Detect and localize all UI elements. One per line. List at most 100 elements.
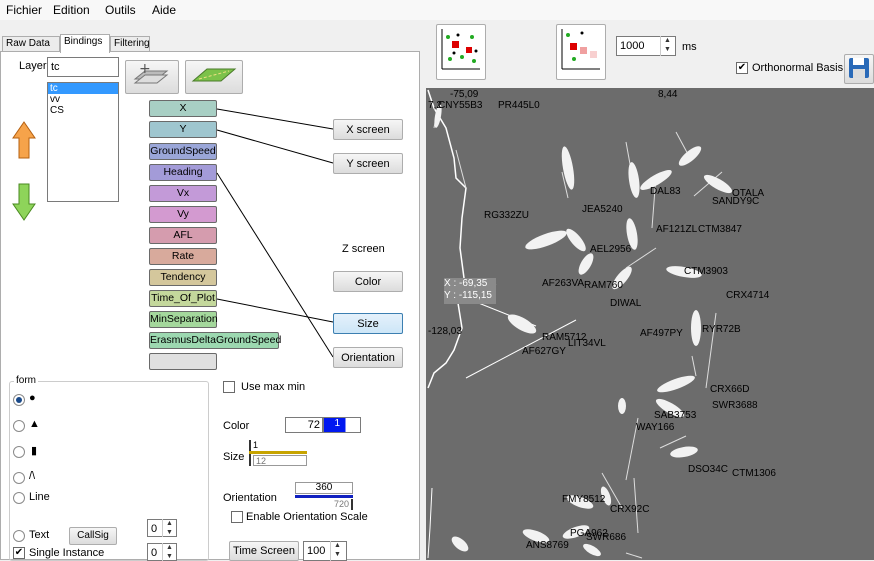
flight-label[interactable]: AF497PY [640, 328, 683, 339]
flight-label[interactable]: SWR3688 [712, 400, 758, 411]
flight-label[interactable]: RG332ZU [484, 210, 529, 221]
interval-spin-arrows[interactable]: ▲ ▼ [660, 36, 674, 56]
flight-label[interactable]: RYR72B [702, 324, 741, 335]
use-max-min-label: Use max min [241, 381, 306, 393]
size-row-label: Size [223, 451, 245, 463]
scatter-plot-icon [441, 29, 480, 70]
orientation-slider-track [295, 495, 353, 498]
orthonormal-label: Orthonormal Basis [752, 62, 844, 74]
flight-label[interactable]: 7,2 [428, 100, 442, 111]
toolbar: 1000 ▲ ▼ ms ✔ Orthonormal Basis [426, 20, 874, 88]
instance-spin-arrows[interactable]: ▲ ▼ [162, 543, 176, 561]
animated-scatter-icon [561, 29, 600, 70]
flight-label[interactable]: CTM3847 [698, 224, 742, 235]
text-spin-arrows[interactable]: ▲ ▼ [162, 519, 176, 537]
callsign-button[interactable]: CallSig [69, 527, 117, 545]
size-target[interactable]: Size [333, 313, 403, 334]
cursor-x-readout: X : -69,35 [444, 278, 488, 289]
tab-strip: Raw Data Bindings Filtering [0, 34, 426, 53]
form-line-radio[interactable] [13, 492, 25, 504]
floppy-disk-icon [849, 58, 869, 78]
menu-fichier[interactable]: Fichier [6, 3, 42, 17]
time-screen-button[interactable]: Time Screen [229, 541, 299, 561]
flight-label[interactable]: CRX4714 [726, 290, 769, 301]
use-max-min-checkbox[interactable] [223, 381, 235, 393]
menu-aide[interactable]: Aide [152, 3, 176, 17]
text-option-label: Text [29, 529, 50, 541]
flight-label[interactable]: JEA5240 [582, 204, 623, 215]
chevron-shape-label: /\ [29, 470, 36, 482]
axis-top-left-value: -75,09 [450, 89, 479, 100]
flight-label[interactable]: LIT34VL [568, 338, 606, 349]
interval-unit: ms [682, 41, 697, 53]
form-group-title: form [14, 375, 38, 386]
radar-map-view[interactable]: -75,09 8,44 -128,03 X : -69,35 Y : -115,… [426, 88, 874, 560]
animate-view-button[interactable] [556, 24, 606, 80]
orientation-min-value: 360 [295, 482, 353, 494]
orientation-target[interactable]: Orientation [333, 347, 403, 368]
cursor-y-readout: Y : -115,15 [444, 290, 492, 301]
axis-left-y-value: -128,03 [428, 326, 462, 337]
flight-label[interactable]: DAL83 [650, 186, 681, 197]
x-screen-target[interactable]: X screen [333, 119, 403, 140]
tab-bindings[interactable]: Bindings [60, 34, 110, 53]
axis-top-right-value: 8,44 [658, 89, 678, 100]
tab-filtering[interactable]: Filtering [110, 36, 150, 52]
flight-label[interactable]: AF121ZL [656, 224, 697, 235]
cursor-readout: X : -69,35 Y : -115,15 [444, 278, 496, 304]
flight-label[interactable]: CNY55B3 [438, 100, 482, 111]
z-screen-label: Z screen [342, 243, 385, 255]
coastline-and-trails [427, 89, 733, 559]
color-value-input[interactable]: 72 [285, 417, 323, 433]
size-range-slider[interactable]: 1 12 [249, 440, 309, 466]
form-bar-radio[interactable] [13, 446, 25, 458]
flight-label[interactable]: AF263VA [542, 278, 584, 289]
save-button[interactable] [844, 54, 874, 84]
flight-label[interactable]: SAB3753 [654, 410, 696, 421]
flight-label[interactable]: CTM3903 [684, 266, 728, 277]
scatter-view-button[interactable] [436, 24, 486, 80]
flight-label[interactable]: WAY166 [636, 422, 674, 433]
enable-orientation-scale-checkbox[interactable] [231, 511, 243, 523]
y-screen-target[interactable]: Y screen [333, 153, 403, 174]
time-screen-spin-arrows[interactable]: ▲ ▼ [330, 541, 344, 561]
flight-label[interactable]: DIWAL [610, 298, 641, 309]
orientation-range-slider[interactable]: 360 720 [295, 482, 355, 510]
color-row-label: Color [223, 420, 250, 432]
bindings-panel: Layer tc tc vv CS + X Y GroundSpeed Head… [0, 51, 420, 561]
circle-shape-label: ● [29, 392, 36, 404]
flight-label[interactable]: CTM1306 [732, 468, 776, 479]
menu-bar: Fichier Edition Outils Aide [0, 0, 874, 20]
color-target[interactable]: Color [333, 271, 403, 292]
orthonormal-checkbox[interactable]: ✔ [736, 62, 748, 74]
form-text-radio[interactable] [13, 530, 25, 542]
triangle-shape-label: ▲ [29, 418, 40, 430]
flight-label[interactable]: ANS8769 [526, 540, 569, 551]
flight-label[interactable]: RAM760 [584, 280, 623, 291]
orientation-max-value: 720 [295, 499, 353, 510]
orientation-row-label: Orientation [223, 492, 277, 504]
single-instance-label: Single Instance [29, 547, 105, 559]
line-shape-label: Line [29, 491, 50, 503]
flight-label[interactable]: CRX66D [710, 384, 749, 395]
flight-label[interactable]: SWR686 [586, 532, 626, 543]
flight-label[interactable]: CRX92C [610, 504, 649, 515]
size-max-value: 12 [253, 455, 307, 466]
flight-label[interactable]: PR445L0 [498, 100, 540, 111]
bar-shape-label: ▮ [31, 445, 38, 457]
size-slider-track [249, 451, 307, 454]
flight-label[interactable]: SANDY9C [712, 196, 759, 207]
flight-label[interactable]: AEL2956 [590, 244, 631, 255]
form-chevron-radio[interactable] [13, 472, 25, 484]
flight-label[interactable]: AF627GY [522, 346, 566, 357]
flight-label[interactable]: FMY8512 [562, 494, 605, 505]
color-gradient-bar[interactable]: 1 [323, 417, 361, 433]
flight-label[interactable]: DSO34C [688, 464, 728, 475]
menu-edition[interactable]: Edition [53, 3, 90, 17]
menu-outils[interactable]: Outils [105, 3, 136, 17]
form-triangle-radio[interactable] [13, 420, 25, 432]
single-instance-checkbox[interactable]: ✔ [13, 547, 25, 559]
form-circle-radio[interactable] [13, 394, 25, 406]
tab-raw-data[interactable]: Raw Data [2, 36, 60, 52]
enable-orientation-scale-label: Enable Orientation Scale [246, 511, 368, 523]
